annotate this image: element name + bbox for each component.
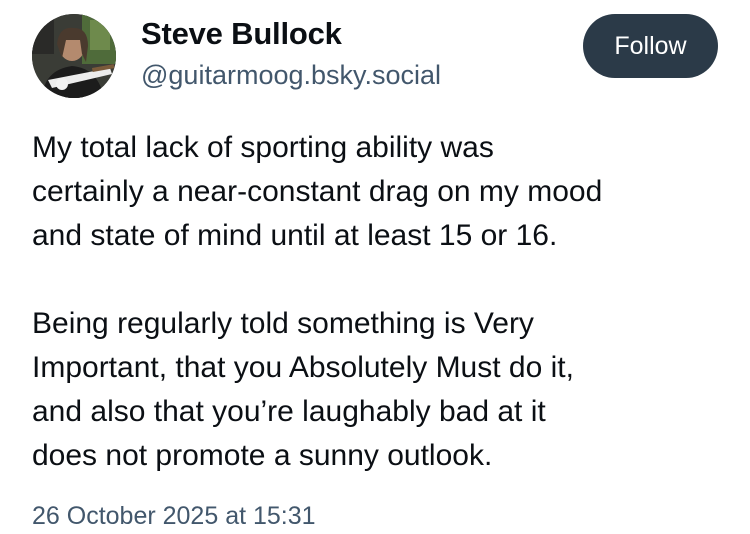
author-handle[interactable]: @guitarmoog.bsky.social (141, 60, 441, 91)
follow-button[interactable]: Follow (583, 14, 718, 78)
post-paragraph: Being regularly told something is Very I… (32, 307, 574, 472)
post-paragraph: My total lack of sporting ability was ce… (32, 131, 603, 252)
author-display-name[interactable]: Steve Bullock (141, 16, 342, 52)
avatar-photo-icon (32, 14, 116, 98)
post-timestamp[interactable]: 26 October 2025 at 15:31 (32, 502, 316, 530)
post-text: My total lack of sporting ability was ce… (32, 126, 732, 478)
author-avatar[interactable] (32, 14, 116, 98)
post-card: Steve Bullock @guitarmoog.bsky.social Fo… (0, 0, 750, 534)
